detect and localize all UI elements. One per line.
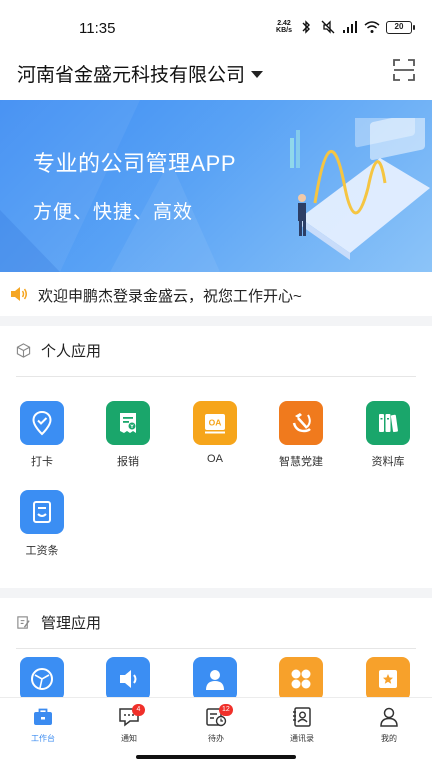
- bluetooth-icon: [302, 20, 310, 34]
- banner-illustration: [290, 118, 430, 260]
- location-check-icon: [32, 410, 52, 436]
- edit-doc-icon: [17, 616, 30, 629]
- section-title: 管理应用: [41, 615, 102, 632]
- app-label: 报销: [117, 456, 139, 468]
- app-oa[interactable]: OA OA: [175, 401, 255, 465]
- speaker-icon: [11, 287, 27, 301]
- caret-down-icon: [251, 71, 264, 78]
- header: 河南省金盛元科技有限公司: [0, 52, 432, 100]
- app-party-building[interactable]: 智慧党建: [261, 401, 341, 469]
- app-manage-modules[interactable]: [261, 657, 341, 698]
- app-tile: [279, 657, 323, 698]
- app-label: 工资条: [25, 545, 59, 557]
- app-library[interactable]: 资料库: [348, 401, 428, 469]
- tab-label: 我的: [381, 734, 397, 743]
- app-tile: [106, 401, 150, 445]
- signal-icon: [343, 21, 357, 33]
- section-header: 个人应用: [16, 340, 101, 361]
- todo-badge: 12: [219, 704, 233, 716]
- person-icon: [206, 670, 224, 690]
- company-selector[interactable]: 河南省金盛元科技有限公司: [17, 60, 264, 87]
- tab-contacts[interactable]: 通讯录: [272, 706, 332, 744]
- section-header: 管理应用: [16, 612, 101, 633]
- app-tile: [366, 657, 410, 698]
- app-label: OA: [207, 453, 223, 465]
- notification-badge: 4: [132, 704, 145, 716]
- app-tile: [106, 657, 150, 698]
- contacts-icon: [293, 707, 311, 727]
- app-manage-network[interactable]: [2, 657, 82, 698]
- star-box-icon: [379, 670, 397, 688]
- app-tile: [20, 401, 64, 445]
- divider: [16, 648, 416, 649]
- tab-todo[interactable]: 12 待办: [186, 704, 246, 744]
- app-label: 资料库: [371, 456, 405, 468]
- app-payslip[interactable]: 工资条: [2, 490, 82, 558]
- promo-banner[interactable]: 专业的公司管理APP 方便、快捷、高效: [0, 100, 432, 272]
- tab-label: 通讯录: [290, 734, 314, 743]
- tab-profile[interactable]: 我的: [359, 706, 419, 744]
- books-icon: [379, 414, 398, 433]
- status-bar: 11:35 2.42 KB/s 20: [0, 0, 432, 52]
- net-speed: 2.42 KB/s: [276, 20, 292, 34]
- app-label: 智慧党建: [279, 456, 323, 468]
- app-reimbursement[interactable]: 报销: [88, 401, 168, 469]
- management-apps-section: 管理应用: [0, 598, 432, 698]
- banner-title: 专业的公司管理APP: [33, 151, 237, 176]
- divider: [16, 376, 416, 377]
- oa-icon: OA: [205, 414, 225, 434]
- tab-notifications[interactable]: 4 通知: [99, 704, 159, 744]
- grid-icon: [291, 669, 311, 689]
- app-label: 打卡: [31, 456, 53, 468]
- tab-label: 工作台: [31, 734, 55, 743]
- app-tile: OA: [193, 401, 237, 445]
- status-icons: 2.42 KB/s 20: [276, 20, 415, 34]
- status-time: 11:35: [79, 20, 116, 37]
- personal-apps-section: 个人应用 打卡 报销 OA OA 智慧党建 资料库 工资条: [0, 326, 432, 588]
- tab-workbench[interactable]: 工作台: [13, 706, 73, 744]
- scan-icon[interactable]: [392, 58, 416, 82]
- battery-indicator: 20: [386, 20, 415, 34]
- banner-subtitle: 方便、快捷、高效: [33, 202, 194, 223]
- svg-text:OA: OA: [209, 418, 222, 428]
- app-tile: [366, 401, 410, 445]
- profile-icon: [380, 707, 398, 727]
- tab-label: 通知: [121, 734, 137, 743]
- briefcase-icon: [34, 708, 52, 725]
- wifi-icon: [364, 21, 380, 33]
- announcement-bar[interactable]: 欢迎申鹏杰登录金盛云，祝您工作开心~: [0, 272, 432, 316]
- app-manage-broadcast[interactable]: [88, 657, 168, 698]
- app-tile: [20, 657, 64, 698]
- mute-icon: [321, 20, 335, 34]
- app-punch-in[interactable]: 打卡: [2, 401, 82, 469]
- app-manage-staff[interactable]: [175, 657, 255, 698]
- globe-network-icon: [31, 668, 53, 690]
- app-tile: [193, 657, 237, 698]
- cube-icon: [16, 343, 31, 358]
- home-indicator[interactable]: [136, 755, 296, 759]
- announcement-text: 欢迎申鹏杰登录金盛云，祝您工作开心~: [38, 288, 302, 305]
- app-tile: [20, 490, 64, 534]
- speaker-icon: [120, 670, 137, 688]
- party-emblem-icon: [292, 413, 311, 433]
- app-manage-rating[interactable]: [348, 657, 428, 698]
- app-tile: [279, 401, 323, 445]
- tab-label: 待办: [208, 734, 224, 743]
- receipt-icon: [120, 413, 136, 433]
- company-name: 河南省金盛元科技有限公司: [17, 65, 246, 86]
- section-title: 个人应用: [41, 343, 102, 360]
- payslip-icon: [33, 501, 51, 523]
